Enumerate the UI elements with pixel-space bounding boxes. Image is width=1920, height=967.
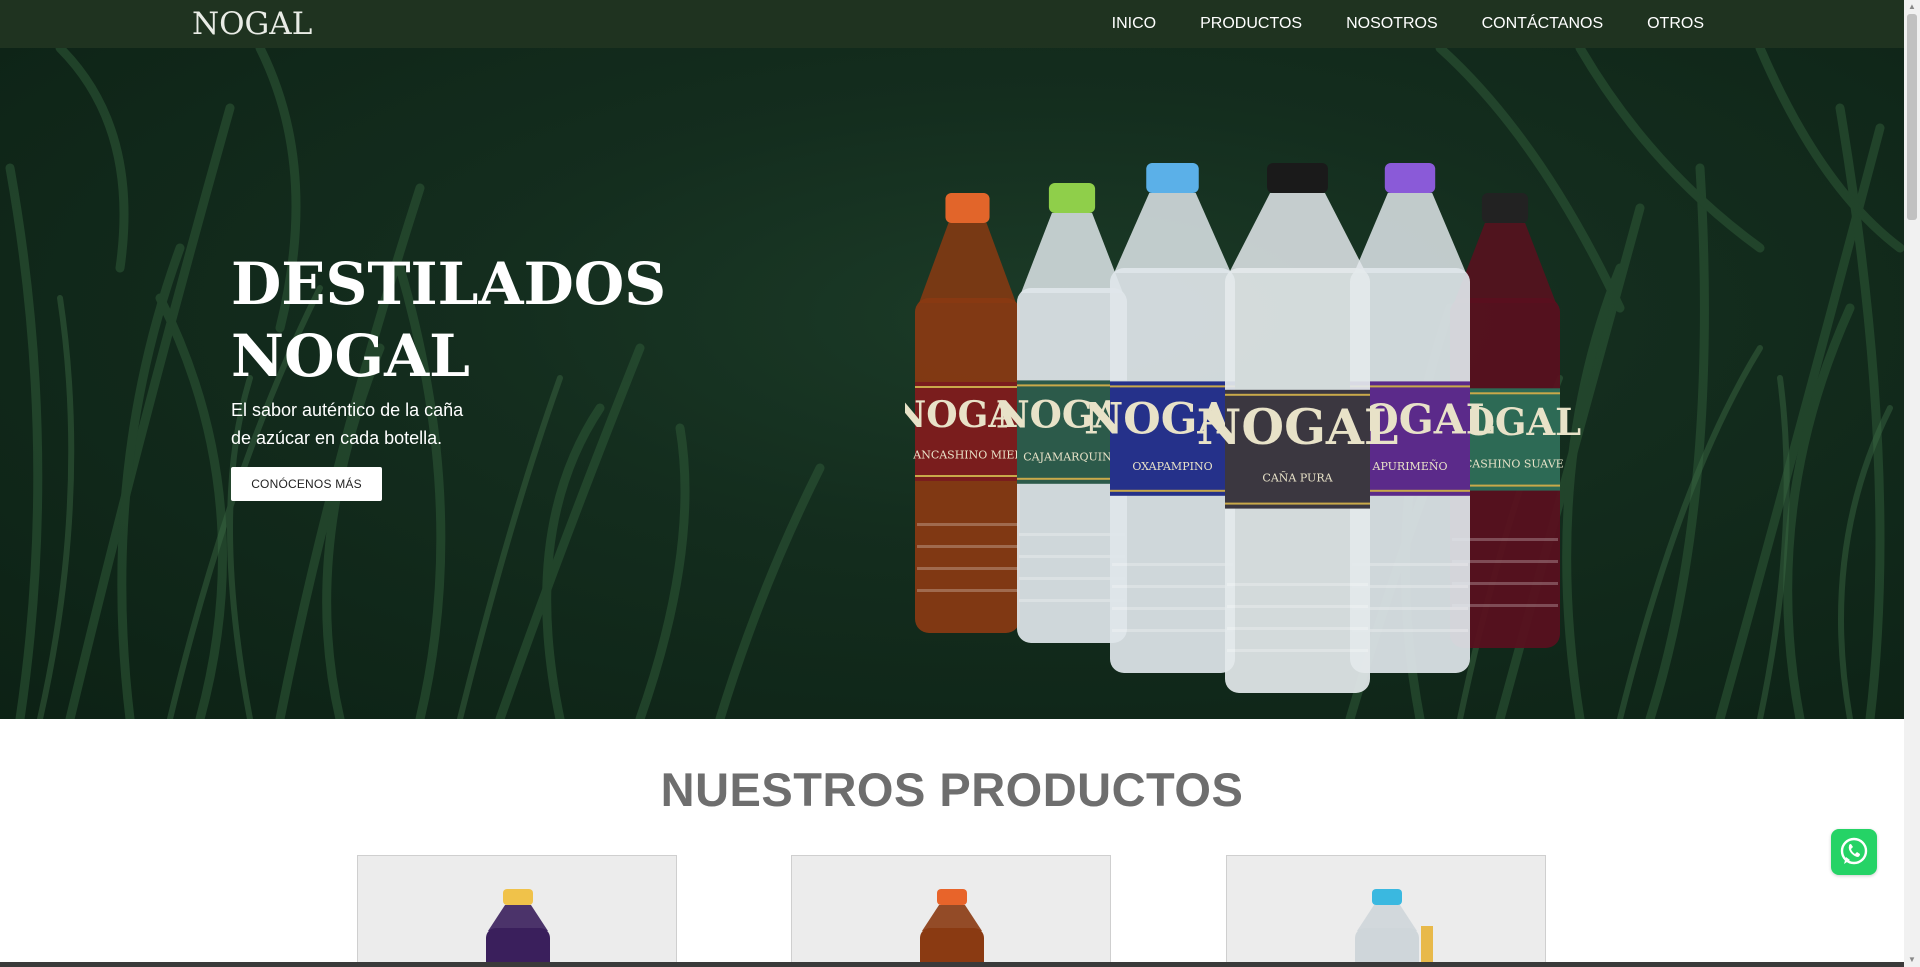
product-bottle-image bbox=[1355, 889, 1433, 967]
product-card[interactable] bbox=[791, 855, 1111, 967]
card-bottle bbox=[486, 889, 550, 967]
scroll-up-icon[interactable]: ▲ bbox=[1904, 0, 1920, 14]
hero-subtitle-line1: El sabor auténtico de la caña bbox=[231, 400, 464, 420]
bottle-brand-text: NOGAL bbox=[1197, 398, 1399, 456]
product-bottle-image bbox=[920, 889, 984, 967]
whatsapp-icon bbox=[1840, 837, 1868, 865]
navbar: NOGAL INICO PRODUCTOS NOSOTROS CONTÁCTAN… bbox=[0, 0, 1904, 48]
vertical-scrollbar[interactable]: ▲ ▼ bbox=[1904, 0, 1920, 967]
hero-subtitle: El sabor auténtico de la caña de azúcar … bbox=[231, 396, 531, 452]
product-card[interactable] bbox=[1226, 855, 1546, 967]
nav-link-inicio[interactable]: INICO bbox=[1112, 15, 1156, 33]
whatsapp-button[interactable] bbox=[1831, 829, 1877, 875]
scroll-down-icon[interactable]: ▼ bbox=[1904, 953, 1920, 967]
nav-link-productos[interactable]: PRODUCTOS bbox=[1200, 15, 1302, 33]
bottle-name-text: ANCASHINO MIEL bbox=[912, 449, 1022, 462]
nav-links: INICO PRODUCTOS NOSOTROS CONTÁCTANOS OTR… bbox=[1068, 0, 1704, 48]
scroll-thumb[interactable] bbox=[1907, 14, 1917, 220]
nav-link-nosotros[interactable]: NOSOTROS bbox=[1346, 15, 1438, 33]
brand-logo[interactable]: NOGAL bbox=[192, 6, 312, 42]
hero-banner: DESTILADOS NOGAL El sabor auténtico de l… bbox=[0, 48, 1904, 719]
hero-title-line1: DESTILADOS bbox=[231, 250, 667, 318]
hero-title-line2: NOGAL bbox=[231, 322, 470, 390]
bottle-name-text: APURIMEÑO bbox=[1372, 459, 1448, 473]
hero-title: DESTILADOS NOGAL bbox=[231, 248, 751, 392]
bottle-name-text: OXAPAMPINO bbox=[1132, 460, 1212, 473]
bottles-image: NOGALANCASHINO MIELNOGALCAJAMARQUINONOGA… bbox=[905, 163, 1581, 693]
horizontal-scrollbar[interactable] bbox=[0, 962, 1904, 967]
products-title: NUESTROS PRODUCTOS bbox=[660, 763, 1244, 816]
conocenos-button[interactable]: CONÓCENOS MÁS bbox=[231, 467, 382, 501]
hero-subtitle-line2: de azúcar en cada botella. bbox=[231, 428, 443, 448]
bottle-name-text: CAÑA PURA bbox=[1262, 471, 1333, 485]
bottle-name-text: CAJAMARQUINO bbox=[1023, 450, 1120, 463]
nav-link-contactanos[interactable]: CONTÁCTANOS bbox=[1482, 15, 1603, 33]
product-card[interactable] bbox=[357, 855, 677, 967]
nav-link-otros[interactable]: OTROS bbox=[1647, 15, 1704, 33]
product-bottle-image bbox=[486, 889, 550, 967]
card-bottle bbox=[1355, 889, 1433, 967]
card-bottle bbox=[920, 889, 984, 967]
